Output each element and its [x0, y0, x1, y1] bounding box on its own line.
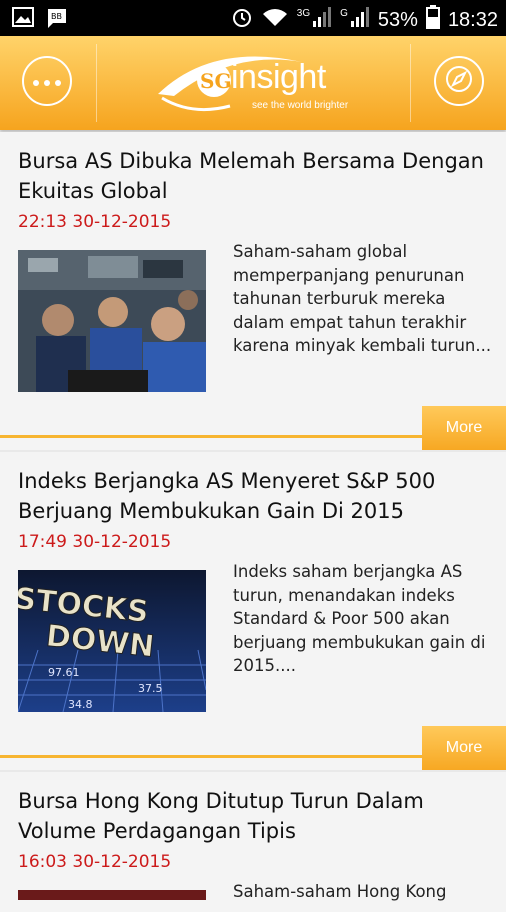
- more-dots-icon: [32, 72, 62, 91]
- article-date: 17:49 30-12-2015: [18, 532, 172, 552]
- card-divider: [0, 435, 422, 438]
- svg-text:97.61: 97.61: [48, 666, 80, 679]
- battery-percent: 53%: [377, 8, 418, 31]
- card-divider: [0, 755, 422, 758]
- article-date: 22:13 30-12-2015: [18, 212, 172, 232]
- signal-icon: [312, 6, 332, 34]
- signal-icon-2: [350, 6, 370, 34]
- header-divider: [410, 44, 411, 122]
- network-type-label: 3G: [296, 7, 311, 19]
- svg-text:BB: BB: [51, 12, 62, 21]
- explore-button[interactable]: [434, 56, 484, 106]
- article-title[interactable]: Bursa Hong Kong Ditutup Turun Dalam Volu…: [18, 786, 488, 846]
- article-card[interactable]: Indeks Berjangka AS Menyeret S&P 500 Ber…: [0, 452, 506, 770]
- network-type-label-2: G: [340, 7, 348, 19]
- more-button[interactable]: More: [422, 726, 506, 770]
- app-logo[interactable]: SG insight see the world brighter: [152, 46, 354, 122]
- chat-icon: BB: [46, 7, 68, 33]
- header-divider: [96, 44, 97, 122]
- gallery-icon: [12, 7, 34, 33]
- article-thumbnail[interactable]: [18, 250, 206, 392]
- article-summary: Saham-saham global memperpanjang penurun…: [233, 242, 492, 355]
- article-thumbnail[interactable]: 97.61 37.5 34.8 STOCKS DOWN: [18, 570, 206, 712]
- article-title[interactable]: Indeks Berjangka AS Menyeret S&P 500 Ber…: [18, 466, 488, 526]
- article-thumbnail[interactable]: [18, 890, 206, 900]
- menu-button[interactable]: [22, 56, 72, 106]
- article-date: 16:03 30-12-2015: [18, 852, 172, 872]
- clock: 18:32: [447, 8, 498, 31]
- logo-tagline: see the world brighter: [252, 100, 349, 111]
- article-title[interactable]: Bursa AS Dibuka Melemah Bersama Dengan E…: [18, 146, 488, 206]
- alarm-icon: [231, 6, 253, 34]
- article-card[interactable]: Bursa AS Dibuka Melemah Bersama Dengan E…: [0, 132, 506, 450]
- logo-text: insight: [231, 58, 326, 96]
- wifi-icon: [261, 6, 289, 34]
- svg-text:37.5: 37.5: [138, 682, 163, 695]
- status-bar: BB 3G G 53% 18:32: [0, 0, 506, 36]
- article-summary: Indeks saham berjangka AS turun, menanda…: [233, 562, 486, 675]
- compass-icon: [444, 64, 474, 98]
- battery-icon: [425, 5, 440, 35]
- article-card[interactable]: Bursa Hong Kong Ditutup Turun Dalam Volu…: [0, 772, 506, 912]
- logo-mark: SG: [200, 69, 232, 93]
- svg-text:34.8: 34.8: [68, 698, 93, 711]
- more-button[interactable]: More: [422, 406, 506, 450]
- app-header: SG insight see the world brighter: [0, 36, 506, 130]
